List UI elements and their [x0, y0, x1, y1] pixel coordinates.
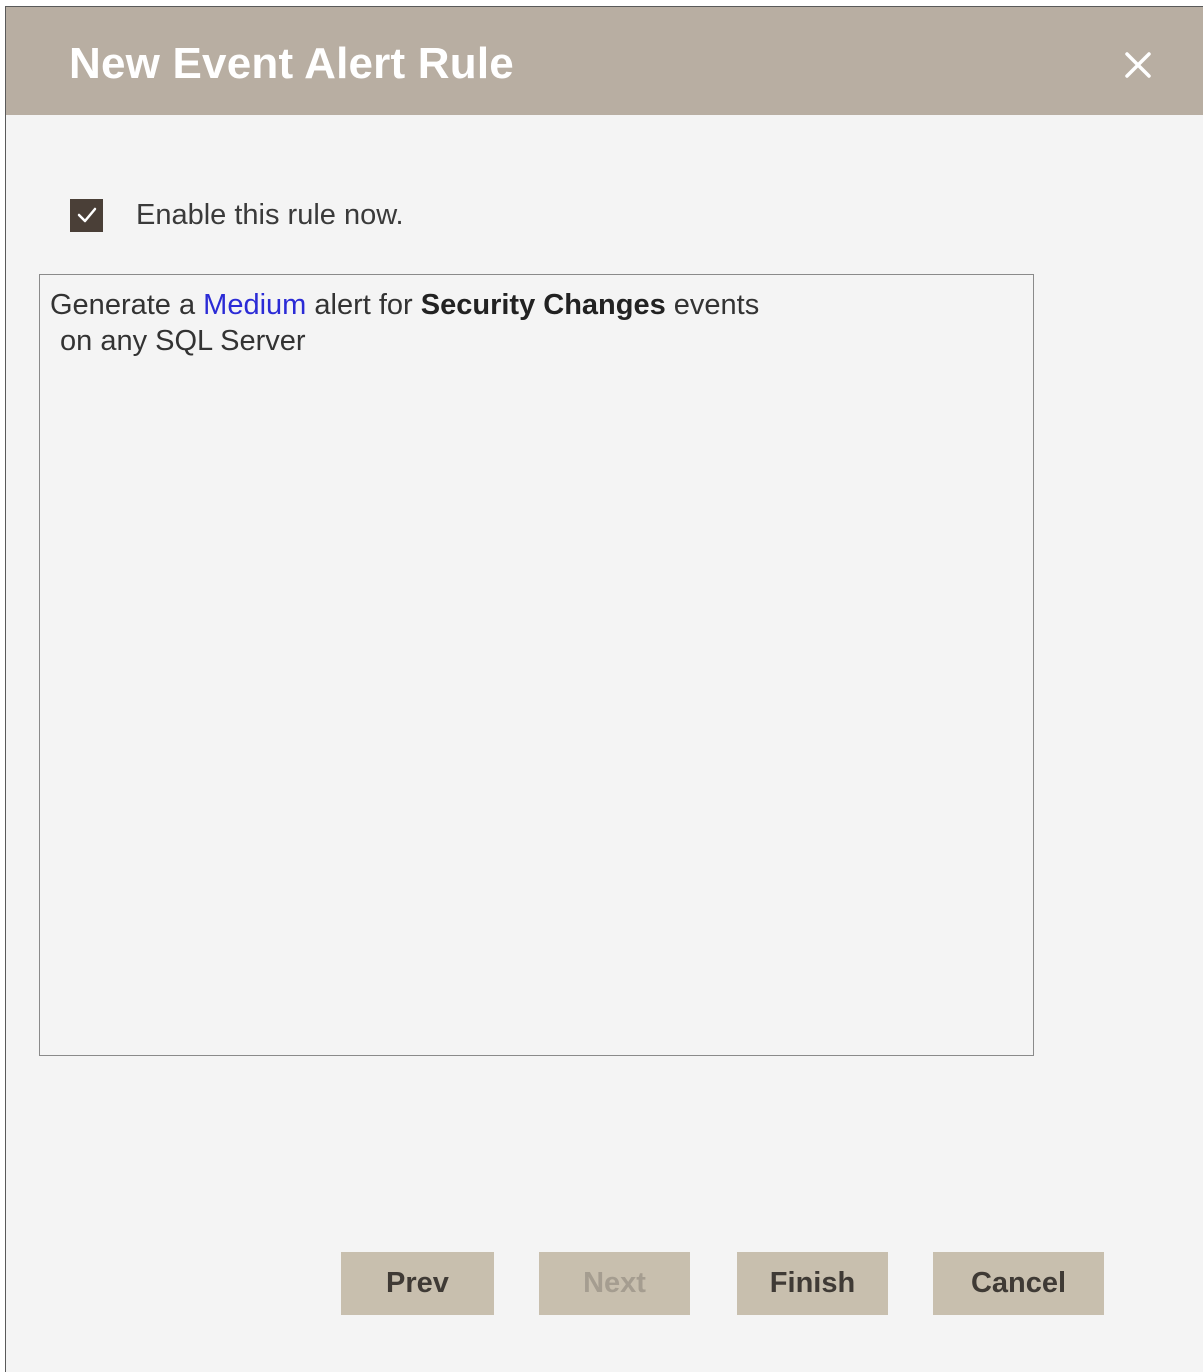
rule-summary-line-2: on any SQL Server: [60, 325, 306, 357]
summary-suffix: events: [665, 289, 760, 321]
dialog-titlebar: New Event Alert Rule: [6, 7, 1203, 115]
cancel-button[interactable]: Cancel: [933, 1252, 1104, 1315]
close-icon[interactable]: [1116, 43, 1160, 87]
summary-mid: alert for: [306, 289, 421, 321]
event-type: Security Changes: [420, 289, 666, 321]
finish-button[interactable]: Finish: [737, 1252, 888, 1315]
checkmark-icon: [77, 207, 96, 223]
summary-prefix: Generate a: [50, 289, 204, 321]
enable-rule-checkbox[interactable]: [70, 198, 103, 232]
dialog-title: New Event Alert Rule: [69, 39, 514, 88]
next-button[interactable]: Next: [539, 1252, 690, 1315]
enable-rule-label: Enable this rule now.: [136, 198, 404, 231]
rule-summary-line-1: Generate a Medium alert for Security Cha…: [50, 287, 1023, 323]
rule-summary-box: Generate a Medium alert for Security Cha…: [39, 274, 1034, 1056]
enable-rule-row: Enable this rule now.: [70, 197, 404, 233]
prev-button[interactable]: Prev: [341, 1252, 494, 1315]
severity-link[interactable]: Medium: [203, 289, 306, 321]
new-event-alert-rule-dialog: New Event Alert Rule Enable this rule no…: [5, 6, 1203, 1372]
